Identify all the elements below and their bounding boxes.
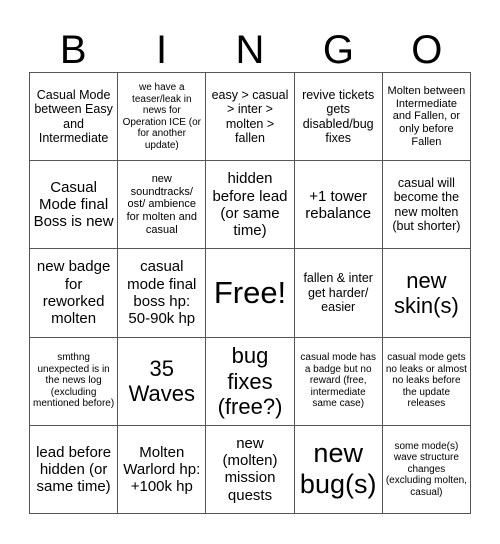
header-letter-b: B (59, 28, 87, 72)
bingo-card-grid: Casual Mode between Easy and Intermediat… (29, 72, 471, 514)
bingo-cell[interactable]: Molten Warlord hp: +100k hp (118, 425, 207, 514)
header-letter-i: I (156, 28, 168, 72)
bingo-cell[interactable]: casual mode final boss hp: 50-90k hp (118, 249, 207, 338)
bingo-cell[interactable]: +1 tower rebalance (294, 161, 383, 250)
bingo-cell[interactable]: bug fixes (free?) (206, 337, 295, 426)
bingo-cell[interactable]: revive tickets gets disabled/bug fixes (294, 73, 383, 162)
bingo-cell[interactable]: Casual Mode between Easy and Intermediat… (30, 73, 119, 162)
header-letter-g: G (322, 28, 354, 72)
bingo-cell[interactable]: new (molten) mission quests (206, 425, 295, 514)
bingo-cell[interactable]: casual mode gets no leaks or almost no l… (382, 337, 471, 426)
bingo-cell[interactable]: some mode(s) wave structure changes (exc… (382, 425, 471, 514)
bingo-cell[interactable]: new skin(s) (382, 249, 471, 338)
bingo-cell[interactable]: Casual Mode final Boss is new (30, 161, 119, 250)
bingo-header: B I N G O (29, 28, 471, 72)
header-letter-o: O (411, 28, 443, 72)
bingo-cell[interactable]: we have a teaser/leak in news for Operat… (118, 73, 207, 162)
bingo-cell[interactable]: new soundtracks/ ost/ ambience for molte… (118, 161, 207, 250)
bingo-free-cell[interactable]: Free! (206, 249, 295, 338)
bingo-cell[interactable]: new badge for reworked molten (30, 249, 119, 338)
bingo-cell[interactable]: easy > casual > inter > molten > fallen (206, 73, 295, 162)
bingo-cell[interactable]: casual mode has a badge but no reward (f… (294, 337, 383, 426)
header-letter-n: N (235, 28, 265, 72)
bingo-cell[interactable]: hidden before lead (or same time) (206, 161, 295, 250)
bingo-cell[interactable]: casual will become the new molten (but s… (382, 161, 471, 250)
bingo-cell[interactable]: 35 Waves (118, 337, 207, 426)
bingo-cell[interactable]: fallen & inter get harder/ easier (294, 249, 383, 338)
bingo-cell[interactable]: Molten between Intermediate and Fallen, … (382, 73, 471, 162)
bingo-cell[interactable]: lead before hidden (or same time) (30, 425, 119, 514)
bingo-cell[interactable]: new bug(s) (294, 425, 383, 514)
bingo-cell[interactable]: smthng unexpected is in the news log (ex… (30, 337, 119, 426)
